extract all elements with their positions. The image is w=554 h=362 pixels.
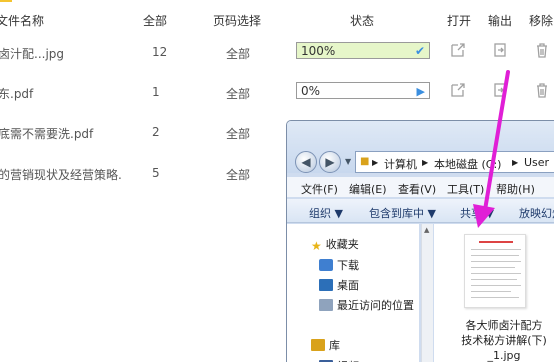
chevron-right-icon: ▶ [512,158,519,167]
thumbnail-line [471,291,511,292]
trash-icon[interactable] [534,42,550,58]
progress-bar: 0% ▶ [296,82,430,99]
address-box[interactable]: ■ ▶ 计算机 ▶ 本地磁盘 (C:) ▶ User [355,151,554,173]
chevron-right-icon: ▶ [372,158,379,167]
desktop-icon [319,279,333,291]
thumbnail-line [471,285,521,286]
address-bar-area: ◀ ▶ ▼ ■ ▶ 计算机 ▶ 本地磁盘 (C:) ▶ User [287,121,554,173]
download-folder-icon [319,259,333,271]
thumbnail-heading [479,241,513,243]
nav-library[interactable]: 库 [311,337,340,353]
thumbnail-line [471,279,517,280]
progress-text: 100% [301,44,336,58]
page-select[interactable]: 全部 [226,125,250,142]
col-status: 状态 [350,14,375,28]
page-count: 2 [152,125,160,139]
nav-recent[interactable]: 最近访问的位置 [319,297,414,313]
progress-text: 0% [301,84,321,98]
slideshow-button[interactable]: 放映幻灯 [519,205,554,221]
file-name: 卤汁配...jpg [0,47,65,61]
navigation-pane: ★收藏夹 下载 桌面 最近访问的位置 库 视频 [287,224,419,362]
thumbnail-line [471,273,521,274]
col-output: 输出 [488,14,513,28]
back-icon[interactable]: ◀ [295,151,317,173]
col-remove: 移除 [529,14,554,28]
nav-label: 最近访问的位置 [337,299,414,312]
folder-icon: ■ [360,156,370,167]
caption-line: 技术秘方讲解(下) [461,334,547,347]
menu-file[interactable]: 文件(F) [301,181,338,197]
open-icon[interactable] [450,82,466,98]
menu-help[interactable]: 帮助(H) [496,181,535,197]
breadcrumb-item[interactable]: 本地磁盘 (C:) [434,156,501,172]
page-count: 5 [152,166,160,180]
breadcrumb-item[interactable]: 计算机 [384,156,417,172]
scroll-up-icon[interactable]: ▲ [424,226,429,234]
output-icon[interactable] [492,42,508,58]
menu-bar: 文件(F) 编辑(E) 查看(V) 工具(T) 帮助(H) [287,177,554,197]
forward-icon[interactable]: ▶ [319,151,341,173]
breadcrumb-item[interactable]: User [524,156,549,169]
open-icon[interactable] [450,42,466,58]
menu-tools[interactable]: 工具(T) [447,181,484,197]
col-all-count: 全部 [143,14,168,28]
menu-view[interactable]: 查看(V) [398,181,436,197]
file-name: 东.pdf [0,87,34,101]
table-row[interactable]: 卤汁配...jpg 12 全部 100% ✔ [0,40,554,80]
file-content-pane: 各大师卤汁配方 技术秘方讲解(下) _1.jpg [434,224,554,362]
thumbnail-line [471,255,519,256]
chevron-right-icon: ▶ [422,158,429,167]
nav-label: 收藏夹 [325,238,359,251]
trash-icon[interactable] [534,82,550,98]
check-icon: ✔ [414,44,425,58]
page-select[interactable]: 全部 [226,45,250,62]
explorer-window[interactable]: ◀ ▶ ▼ ■ ▶ 计算机 ▶ 本地磁盘 (C:) ▶ User 文件(F) 编… [286,120,554,362]
page-select[interactable]: 全部 [226,85,250,102]
chevron-down-icon[interactable]: ▼ [345,157,351,166]
share-button[interactable]: 共享 ▼ [460,205,494,221]
nav-downloads[interactable]: 下载 [319,257,359,273]
thumbnail-line [471,249,521,250]
menu-edit[interactable]: 编辑(E) [349,181,387,197]
col-file-name: 文件名称 [0,14,45,28]
file-table-header: 文件名称 全部 页码选择 状态 打开 输出 移除 [0,0,554,28]
thumbnail-line [471,267,515,268]
recent-places-icon [319,299,333,311]
nav-scrollbar[interactable]: ▲ [421,224,433,362]
col-page-select: 页码选择 [213,14,262,28]
caption-line: _1.jpg [487,349,521,362]
image-thumbnail[interactable] [464,234,526,308]
play-icon: ▶ [416,85,425,98]
command-bar: 组织 ▼ 包含到库中 ▼ 共享 ▼ 放映幻灯 [287,199,554,223]
thumbnail-line [471,297,519,298]
nav-label: 下载 [337,259,359,272]
include-in-library-button[interactable]: 包含到库中 ▼ [369,205,436,221]
progress-bar: 100% ✔ [296,42,430,59]
page-select[interactable]: 全部 [226,166,250,183]
star-icon: ★ [311,239,322,253]
caption-line: 各大师卤汁配方 [465,319,543,332]
file-name: 的营销现状及经营策略. [0,168,122,182]
organize-button[interactable]: 组织 ▼ [309,205,343,221]
file-name: 底需不需要洗.pdf [0,127,94,141]
nav-video[interactable]: 视频 [319,358,359,362]
file-name-caption[interactable]: 各大师卤汁配方 技术秘方讲解(下) _1.jpg [434,318,554,362]
nav-label: 库 [329,339,340,352]
nav-favorites[interactable]: ★ 收藏夹 [311,236,359,253]
page-count: 12 [152,45,168,59]
col-open: 打开 [447,14,472,28]
nav-label: 桌面 [337,279,359,292]
page-count: 1 [152,85,160,99]
thumbnail-line [471,261,521,262]
library-icon [311,339,325,351]
output-icon[interactable] [492,82,508,98]
nav-desktop[interactable]: 桌面 [319,277,359,293]
table-row[interactable]: 东.pdf 1 全部 0% ▶ [0,82,554,122]
